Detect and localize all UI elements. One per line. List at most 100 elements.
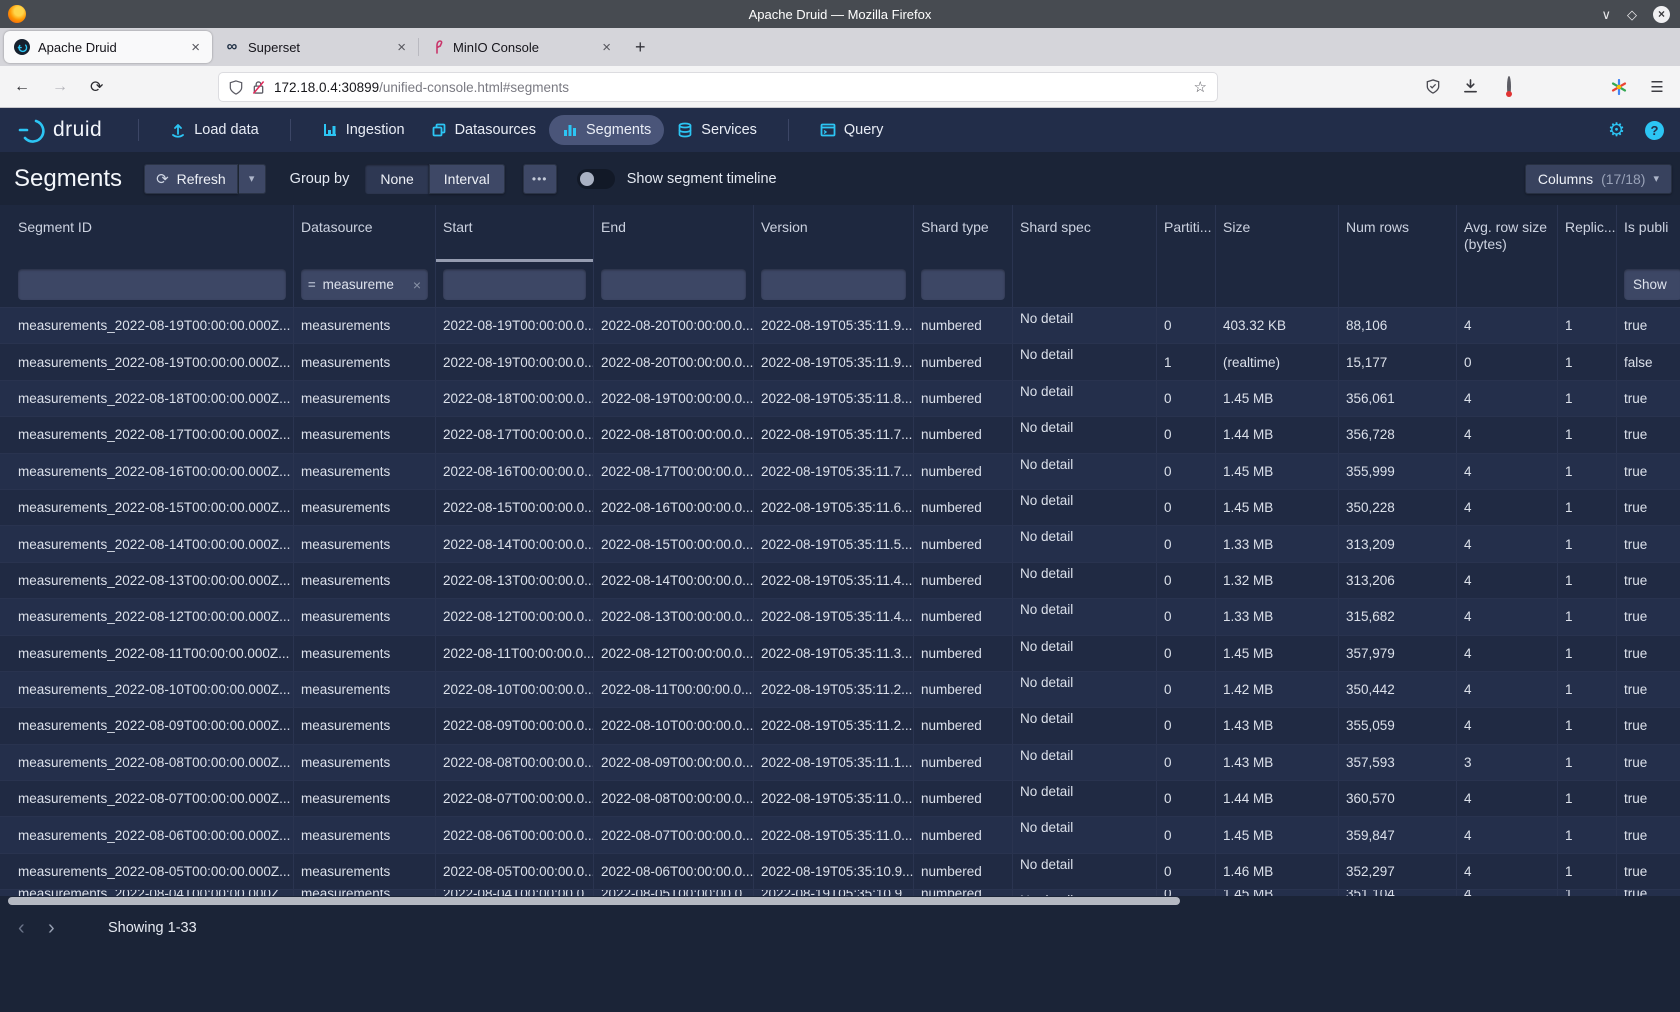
header-is-published[interactable]: Is publi bbox=[1617, 205, 1680, 262]
table-row[interactable]: measurements_2022-08-09T00:00:00.000Z...… bbox=[0, 708, 1680, 744]
table-row[interactable]: measurements_2022-08-15T00:00:00.000Z...… bbox=[0, 490, 1680, 526]
table-row[interactable]: measurements_2022-08-19T00:00:00.000Z...… bbox=[0, 308, 1680, 344]
nav-item-ingestion[interactable]: Ingestion bbox=[309, 115, 418, 145]
cell-size: 1.42 MB bbox=[1216, 672, 1339, 707]
columns-button[interactable]: Columns (17/18) ▾ bbox=[1525, 164, 1672, 194]
cell-num-rows: 88,106 bbox=[1339, 308, 1457, 343]
close-icon[interactable]: × bbox=[1653, 6, 1670, 23]
tab-superset[interactable]: ∞ Superset × bbox=[214, 31, 418, 63]
cell-partitions: 0 bbox=[1157, 490, 1216, 525]
nav-item-label: Ingestion bbox=[346, 122, 405, 138]
prev-page-button[interactable]: ‹ bbox=[18, 917, 48, 940]
tab-label: Superset bbox=[248, 40, 395, 55]
new-tab-button[interactable]: + bbox=[623, 37, 658, 58]
table-row[interactable]: measurements_2022-08-14T00:00:00.000Z...… bbox=[0, 526, 1680, 562]
table-row[interactable]: measurements_2022-08-18T00:00:00.000Z...… bbox=[0, 381, 1680, 417]
more-options-button[interactable]: ••• bbox=[523, 164, 557, 194]
nav-item-segments[interactable]: Segments bbox=[549, 115, 664, 145]
refresh-dropdown-button[interactable]: ▾ bbox=[238, 164, 266, 194]
tab-apache-druid[interactable]: Apache Druid × bbox=[4, 31, 212, 63]
cell-start: 2022-08-13T00:00:00.0... bbox=[436, 563, 594, 598]
cell-shard-spec: No detail bbox=[1013, 708, 1157, 743]
group-by-interval-button[interactable]: Interval bbox=[429, 164, 505, 194]
columns-count: (17/18) bbox=[1601, 171, 1645, 187]
header-avg-row-size[interactable]: Avg. row size (bytes) bbox=[1457, 205, 1558, 262]
tab-close-icon[interactable]: × bbox=[189, 39, 202, 56]
url-path: /unified-console.html#segments bbox=[379, 80, 569, 95]
nav-item-query[interactable]: Query bbox=[807, 115, 897, 145]
download-icon[interactable] bbox=[1463, 79, 1481, 94]
colorful-extension-icon[interactable] bbox=[1611, 79, 1629, 95]
table-header-row: Segment IDDatasourceStartEndVersionShard… bbox=[0, 205, 1680, 262]
tab-close-icon[interactable]: × bbox=[600, 39, 613, 56]
table-row[interactable]: measurements_2022-08-07T00:00:00.000Z...… bbox=[0, 781, 1680, 817]
shield-icon[interactable] bbox=[229, 80, 243, 95]
help-icon[interactable]: ? bbox=[1645, 121, 1664, 140]
refresh-button[interactable]: ⟳ Refresh bbox=[144, 164, 238, 194]
cell-replicas: 1 bbox=[1558, 308, 1617, 343]
table-row[interactable]: measurements_2022-08-08T00:00:00.000Z...… bbox=[0, 745, 1680, 781]
druid-logo[interactable]: druid bbox=[16, 115, 102, 145]
cell-version: 2022-08-19T05:35:11.2... bbox=[754, 708, 914, 743]
filter-input-end[interactable] bbox=[601, 269, 746, 300]
datasource-filter-chip[interactable]: =measureme× bbox=[301, 269, 428, 300]
tab-minio-console[interactable]: MinIO Console × bbox=[419, 31, 623, 63]
table-row[interactable]: measurements_2022-08-13T00:00:00.000Z...… bbox=[0, 563, 1680, 599]
filter-input-start[interactable] bbox=[443, 269, 586, 300]
bookmark-star-icon[interactable]: ☆ bbox=[1194, 78, 1207, 96]
cell-partitions: 0 bbox=[1157, 854, 1216, 889]
header-version[interactable]: Version bbox=[754, 205, 914, 262]
minimize-icon[interactable]: ∨ bbox=[1601, 8, 1611, 21]
header-end[interactable]: End bbox=[594, 205, 754, 262]
table-row[interactable]: measurements_2022-08-19T00:00:00.000Z...… bbox=[0, 344, 1680, 380]
cell-shard-type: numbered bbox=[914, 817, 1013, 852]
header-segment-id[interactable]: Segment ID bbox=[0, 205, 294, 262]
cell-end: 2022-08-16T00:00:00.0... bbox=[594, 490, 754, 525]
cell-segment-id: measurements_2022-08-09T00:00:00.000Z... bbox=[0, 708, 294, 743]
group-by-none-button[interactable]: None bbox=[365, 164, 428, 194]
next-page-button[interactable]: › bbox=[48, 917, 78, 940]
segment-timeline-toggle[interactable] bbox=[577, 169, 615, 189]
extension-icon[interactable] bbox=[1500, 78, 1518, 95]
cell-version: 2022-08-19T05:35:11.2... bbox=[754, 672, 914, 707]
filter-input-shard-type[interactable] bbox=[921, 269, 1005, 300]
cell-shard-spec: No detail bbox=[1013, 526, 1157, 561]
filter-input-version[interactable] bbox=[761, 269, 906, 300]
nav-item-load-data[interactable]: Load data bbox=[157, 115, 272, 145]
header-replicas[interactable]: Replic... bbox=[1558, 205, 1617, 262]
header-num-rows[interactable]: Num rows bbox=[1339, 205, 1457, 262]
cell-datasource: measurements bbox=[294, 636, 436, 671]
forward-button[interactable]: → bbox=[52, 78, 68, 96]
table-row[interactable]: measurements_2022-08-06T00:00:00.000Z...… bbox=[0, 817, 1680, 853]
nav-item-datasources[interactable]: Datasources bbox=[418, 115, 549, 145]
filter-cell-end bbox=[594, 262, 754, 307]
cell-end: 2022-08-20T00:00:00.0... bbox=[594, 308, 754, 343]
filter-input-segment-id[interactable] bbox=[18, 269, 286, 300]
header-shard-spec[interactable]: Shard spec bbox=[1013, 205, 1157, 262]
header-datasource[interactable]: Datasource bbox=[294, 205, 436, 262]
protections-shield-icon[interactable] bbox=[1426, 79, 1444, 94]
is-published-filter[interactable]: Show bbox=[1624, 269, 1680, 300]
table-row[interactable]: measurements_2022-08-16T00:00:00.000Z...… bbox=[0, 454, 1680, 490]
header-shard-type[interactable]: Shard type bbox=[914, 205, 1013, 262]
remove-filter-icon[interactable]: × bbox=[413, 277, 421, 293]
header-partitions[interactable]: Partiti... bbox=[1157, 205, 1216, 262]
table-row[interactable]: measurements_2022-08-12T00:00:00.000Z...… bbox=[0, 599, 1680, 635]
url-input[interactable]: 172.18.0.4:30899/unified-console.html#se… bbox=[218, 72, 1218, 102]
table-row[interactable]: measurements_2022-08-11T00:00:00.000Z...… bbox=[0, 636, 1680, 672]
header-size[interactable]: Size bbox=[1216, 205, 1339, 262]
scrollbar-thumb[interactable] bbox=[8, 897, 1180, 905]
table-row[interactable]: measurements_2022-08-10T00:00:00.000Z...… bbox=[0, 672, 1680, 708]
table-row[interactable]: measurements_2022-08-05T00:00:00.000Z...… bbox=[0, 854, 1680, 890]
back-button[interactable]: ← bbox=[14, 78, 30, 96]
insecure-lock-icon[interactable] bbox=[252, 80, 265, 95]
maximize-icon[interactable]: ◇ bbox=[1627, 8, 1637, 21]
hamburger-menu-icon[interactable]: ☰ bbox=[1648, 78, 1666, 96]
header-start[interactable]: Start bbox=[436, 205, 594, 262]
reload-button[interactable]: ⟳ bbox=[90, 77, 103, 97]
nav-item-services[interactable]: Services bbox=[664, 115, 770, 145]
table-row[interactable]: measurements_2022-08-17T00:00:00.000Z...… bbox=[0, 417, 1680, 453]
tab-close-icon[interactable]: × bbox=[395, 39, 408, 56]
settings-gear-icon[interactable]: ⚙ bbox=[1608, 119, 1625, 142]
cell-num-rows: 350,228 bbox=[1339, 490, 1457, 525]
